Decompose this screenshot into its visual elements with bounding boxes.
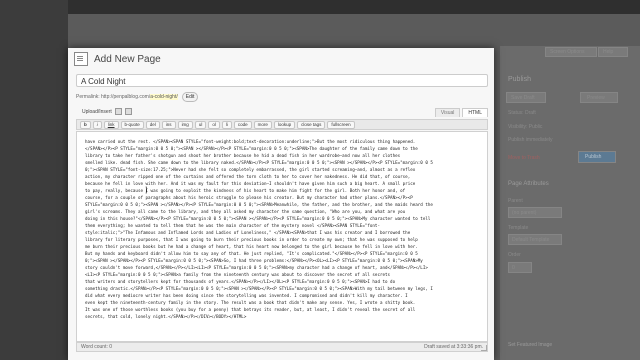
code-line: smelled like. dead fish. She came down t… bbox=[85, 160, 433, 165]
content-textarea[interactable]: have carried out the rest. </SPAN><SPAN … bbox=[76, 131, 488, 342]
publish-button[interactable]: Publish bbox=[578, 151, 616, 163]
toolbar-button-ins[interactable]: ins bbox=[161, 120, 176, 129]
post-title-input[interactable]: A Cold Night bbox=[76, 74, 488, 87]
code-line: </SPAN></P><P STYLE="margin:0 0 5 0;"><S… bbox=[85, 146, 418, 151]
code-line: <LI><P STYLE="margin:0 0 5 0;"><SPAN>a f… bbox=[85, 272, 391, 277]
permalink-edit-button[interactable]: Edit bbox=[181, 92, 199, 102]
page-icon bbox=[74, 52, 88, 66]
toolbar-button-img[interactable]: img bbox=[177, 120, 193, 129]
toolbar-button-i[interactable]: i bbox=[92, 120, 102, 129]
code-line: course, for a couple of paragraphs about… bbox=[85, 195, 413, 200]
draft-saved-status: Draft saved at 3:33:36 pm. bbox=[424, 344, 483, 350]
code-line: doing in this house?"</SPAN></P><P STYLE… bbox=[85, 216, 431, 221]
attributes-heading: Page Attributes bbox=[508, 181, 549, 187]
code-line: 0;"><SPAN STYLE="font-size:17.25;">Never… bbox=[85, 167, 416, 172]
order-label: Order bbox=[508, 252, 521, 258]
code-line: 0;"><SPAN ></SPAN></P><P STYLE="margin:0… bbox=[85, 258, 423, 263]
toolbar-button-b[interactable]: b bbox=[80, 120, 91, 129]
featured-image-link[interactable]: Set Featured Image bbox=[508, 342, 552, 348]
permalink-label: Permalink: bbox=[76, 94, 100, 100]
screen-options-button[interactable]: Screen Options bbox=[545, 47, 597, 57]
toolbar-button-fullscreen[interactable]: fullscreen bbox=[327, 120, 355, 129]
code-line: secrets, that cold, lonely night.</SPAN>… bbox=[85, 314, 247, 319]
permalink-slug[interactable]: a-cold-night/ bbox=[150, 94, 178, 100]
upload-label: Upload/Insert bbox=[82, 108, 112, 115]
toolbar-button-ul[interactable]: ul bbox=[194, 120, 207, 129]
quicktags-toolbar: b i link b-quote del ins img ul ol li code more look… bbox=[76, 119, 488, 130]
code-line: them everything; he wanted to tell them … bbox=[85, 223, 380, 228]
code-line: have carried out the rest. </SPAN><SPAN … bbox=[85, 139, 416, 144]
save-draft-label: Save Draft bbox=[511, 95, 535, 101]
help-button[interactable]: Help bbox=[598, 47, 628, 57]
toolbar-button-li[interactable]: li bbox=[221, 120, 232, 129]
code-line: It was one of those worthless books (you… bbox=[85, 307, 416, 312]
page-header: Add New Page bbox=[68, 48, 494, 70]
tab-visual[interactable]: Visual bbox=[434, 108, 461, 117]
code-line: something drastic.</SPAN></P><P STYLE="m… bbox=[85, 286, 433, 291]
publish-label: Publish bbox=[585, 154, 602, 160]
code-line: even kept the nineteenth-century family … bbox=[85, 300, 416, 305]
save-draft-button[interactable]: Save Draft bbox=[506, 92, 546, 103]
code-line: girl's screams. They all came to the lib… bbox=[85, 209, 406, 214]
admin-menu bbox=[0, 0, 68, 360]
code-line: But my hands and keyboard didn't allow h… bbox=[85, 251, 418, 256]
code-line: library for literary purposes, that I wa… bbox=[85, 237, 418, 242]
upload-insert: Upload/Insert bbox=[82, 108, 132, 115]
editor-panel: Add New Page A Cold Night Permalink: htt… bbox=[68, 48, 494, 360]
code-line: STYLE="margin:0 0 5 0;"><SPAN ></SPAN></… bbox=[85, 202, 433, 207]
admin-bar bbox=[0, 0, 640, 14]
text-cursor-icon bbox=[145, 186, 147, 194]
code-line: library to take her father's shotgun and… bbox=[85, 153, 401, 158]
page-title: Add New Page bbox=[94, 53, 161, 65]
toolbar-button-more[interactable]: more bbox=[253, 120, 272, 129]
toolbar-button-b-quote[interactable]: b-quote bbox=[120, 120, 144, 129]
add-image-icon[interactable] bbox=[114, 108, 122, 115]
permalink-row: Permalink: http://penpalblog.com/ a-cold… bbox=[76, 92, 199, 102]
trash-link[interactable]: Move to Trash bbox=[508, 155, 540, 161]
tab-html[interactable]: HTML bbox=[462, 108, 488, 117]
status-text: Status: Draft bbox=[508, 110, 536, 116]
preview-label: Preview bbox=[587, 95, 605, 101]
permalink-base: http://penpalblog.com/ bbox=[101, 94, 151, 100]
publish-heading: Publish bbox=[508, 76, 531, 83]
toolbar-button-close-tags[interactable]: close tags bbox=[297, 120, 326, 129]
template-select[interactable]: Default Template bbox=[508, 234, 562, 245]
order-input[interactable]: 0 bbox=[508, 262, 532, 273]
parent-value: (no parent) bbox=[512, 210, 537, 216]
order-value: 0 bbox=[512, 265, 515, 271]
template-label: Template bbox=[508, 225, 529, 231]
toolbar-button-link[interactable]: link bbox=[103, 120, 119, 129]
parent-label: Parent bbox=[508, 198, 523, 204]
screen-options-label: Screen Options bbox=[550, 49, 585, 55]
code-line: action, my character ripped one of the c… bbox=[85, 174, 411, 179]
preview-button[interactable]: Preview bbox=[580, 92, 618, 103]
schedule-text: Publish immediately bbox=[508, 137, 553, 143]
visibility-text: Visibility: Public bbox=[508, 124, 543, 130]
add-media-icon[interactable] bbox=[124, 108, 132, 115]
toolbar-button-code[interactable]: code bbox=[233, 120, 252, 129]
toolbar-button-del[interactable]: del bbox=[145, 120, 160, 129]
editor-status-bar: Word count: 0 Draft saved at 3:33:36 pm. bbox=[76, 342, 488, 352]
toolbar-button-ol[interactable]: ol bbox=[208, 120, 220, 129]
code-line: me burn their precious books but he had … bbox=[85, 244, 418, 249]
code-line: that writers and storytellers kept for t… bbox=[85, 279, 396, 284]
code-line: style:italic;">"The Infamous and Inflame… bbox=[85, 230, 411, 235]
help-label: Help bbox=[603, 49, 614, 55]
resize-handle[interactable] bbox=[481, 345, 487, 351]
template-value: Default Template bbox=[512, 237, 550, 243]
parent-select[interactable]: (no parent) bbox=[508, 207, 562, 218]
editor-tabs: Visual HTML bbox=[434, 108, 488, 117]
code-line: did what every mediocre writer has been … bbox=[85, 293, 408, 298]
toolbar-button-lookup[interactable]: lookup bbox=[273, 120, 296, 129]
code-line: story couldn't move forward,</SPAN></P><… bbox=[85, 265, 428, 270]
word-count: Word count: 0 bbox=[81, 344, 113, 350]
